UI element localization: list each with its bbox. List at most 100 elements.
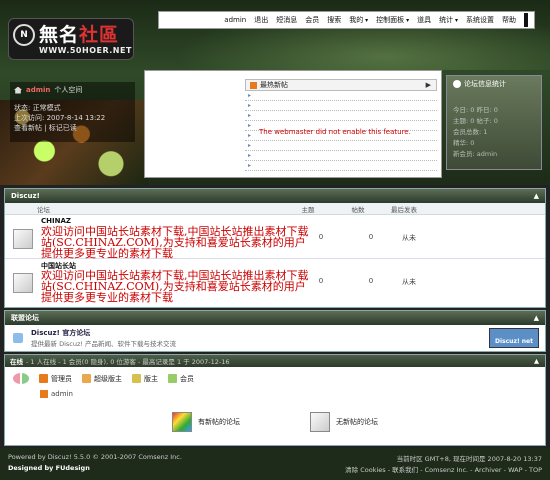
legend-new-posts: 有新帖的论坛 [172, 412, 240, 432]
admin-icon [39, 374, 48, 383]
online-summary: - 1 人在线 - 1 会员(0 隐身), 0 位游客 - 最高记录是 1 于 … [26, 358, 230, 366]
nav-item-settings[interactable]: 系统设置 [462, 15, 498, 25]
footer-designed: Designed by FUdesign [8, 464, 90, 472]
logo-url: WWW.50HOER.NET [39, 46, 132, 55]
super-mod-icon [82, 374, 91, 383]
nav-item-control-panel[interactable]: 控制面板 [372, 15, 413, 25]
user-last-visit: 上次访问: 2007-8-14 13:22 [14, 114, 106, 122]
forum-description: 欢迎访问中国站长站素材下载,中国站长站推出素材下载站(SC.CHINAZ.COM… [41, 225, 309, 260]
nav-item-admin[interactable]: admin [220, 16, 250, 24]
user-heading: admin 个人空间 [14, 85, 131, 95]
forum-topics: 0 [318, 277, 324, 285]
arrow-right-icon[interactable]: ▶ [426, 81, 431, 89]
hot-post-line[interactable] [245, 141, 437, 151]
legend-mod: 版主 [132, 374, 158, 384]
logo-title-main: 無名 [39, 24, 80, 46]
stats-icon [453, 80, 461, 88]
nav-item-stats[interactable]: 统计 [435, 15, 462, 25]
legend-member-label: 会员 [180, 374, 194, 383]
collapse-icon[interactable]: ▲ [534, 192, 539, 200]
group-icon [13, 373, 29, 384]
hot-posts-header: 最热新帖 ▶ [245, 79, 437, 91]
nav-end-marker [524, 13, 528, 27]
user-panel: admin 个人空间 状态: 正常模式 上次访问: 2007-8-14 13:2… [10, 82, 135, 142]
mod-icon [132, 374, 141, 383]
forum-row: 中国站长站 欢迎访问中国站长站素材下载,中国站长站推出素材下载站(SC.CHIN… [5, 259, 545, 303]
legend-super-mod-label: 超级版主 [94, 374, 122, 383]
legend-mod-label: 版主 [144, 374, 158, 383]
legend-no-new-posts-label: 无新帖的论坛 [336, 418, 378, 426]
no-new-posts-icon [310, 412, 330, 432]
nav-item-help[interactable]: 帮助 [498, 15, 520, 25]
nav-item-my[interactable]: 我的 [345, 15, 372, 25]
stats-line: 新会员: admin [453, 150, 498, 158]
new-posts-icon [172, 412, 192, 432]
link-row: Discuz! 官方论坛 提供最新 Discuz! 产品新闻、软件下载与技术交流… [5, 325, 545, 351]
collapse-icon[interactable]: ▲ [534, 314, 539, 322]
user-quick-links[interactable]: 查看新帖 | 标记已读 [14, 123, 131, 133]
legend-member: 会员 [168, 374, 194, 384]
category-title[interactable]: Discuz! [11, 192, 40, 200]
discuz-logo-badge[interactable]: Discuz! net [489, 328, 539, 348]
legend-new-posts-label: 有新帖的论坛 [198, 418, 240, 426]
hot-post-line[interactable] [245, 91, 437, 101]
hot-post-line[interactable] [245, 151, 437, 161]
forum-column-headers: 论坛 主题 帖数 最后发表 [5, 203, 545, 215]
forum-stats-panel: 论坛信息统计 今日: 0 昨日: 0 主题: 0 帖子: 0 会员总数: 1 精… [446, 75, 542, 170]
link-icon [13, 333, 23, 343]
collapse-icon[interactable]: ▲ [534, 357, 539, 365]
nav-item-messages[interactable]: 短消息 [272, 15, 301, 25]
logo-title-accent: 社區 [79, 24, 120, 46]
forum-posts: 0 [368, 233, 374, 241]
hot-posts-disabled-message: The webmaster did not enable this featur… [259, 128, 411, 136]
stats-line: 会员总数: 1 [453, 128, 488, 136]
user-space-link[interactable]: 个人空间 [54, 85, 82, 95]
nav-item-tools[interactable]: 道具 [413, 15, 435, 25]
link-name[interactable]: Discuz! 官方论坛 [31, 328, 176, 338]
username-link[interactable]: admin [26, 85, 50, 95]
logo-mark: N [13, 24, 35, 46]
forum-links-section: 联盟论坛 ▲ Discuz! 官方论坛 提供最新 Discuz! 产品新闻、软件… [4, 310, 546, 352]
user-status: 状态: 正常模式 [14, 104, 61, 112]
forum-name[interactable]: CHINAZ [41, 217, 71, 225]
hot-post-line[interactable] [245, 161, 437, 171]
forum-last-post: 从未 [402, 234, 416, 242]
stats-line: 精华: 0 [453, 139, 475, 147]
nav-item-search[interactable]: 搜索 [323, 15, 345, 25]
forum-status-icon [13, 229, 33, 249]
online-users-section: 在线 - 1 人在线 - 1 会员(0 隐身), 0 位游客 - 最高记录是 1… [4, 354, 546, 446]
forum-topics: 0 [318, 233, 324, 241]
forum-row: CHINAZ 欢迎访问中国站长站素材下载,中国站长站推出素材下载站(SC.CHI… [5, 215, 545, 259]
forum-icon-legend: 有新帖的论坛 无新帖的论坛 [5, 412, 545, 432]
forum-last-post: 从未 [402, 278, 416, 286]
col-forum: 论坛 [37, 205, 50, 214]
legend-admin: 管理员 [39, 374, 72, 384]
nav-item-members[interactable]: 会员 [301, 15, 323, 25]
hot-posts-title: 最热新帖 [260, 81, 288, 89]
category-header: Discuz! ▲ [5, 189, 545, 203]
legend-admin-label: 管理员 [51, 374, 72, 383]
links-header: 联盟论坛 ▲ [5, 311, 545, 325]
footer-powered[interactable]: Powered by Discuz! 5.5.0 © 2001-2007 Com… [8, 453, 182, 461]
forum-posts: 0 [368, 277, 374, 285]
nav-item-logout[interactable]: 退出 [250, 15, 272, 25]
hot-icon [250, 81, 257, 89]
hot-posts-panel: 最热新帖 ▶ The webmaster did not enable this… [144, 70, 442, 178]
online-user-name[interactable]: admin [51, 390, 73, 398]
stats-line: 今日: 0 昨日: 0 [453, 106, 498, 114]
user-group-legend: 管理员 超级版主 版主 会员 [5, 367, 545, 390]
forum-status-icon [13, 273, 33, 293]
col-topics: 主题 [301, 205, 315, 214]
member-icon [168, 374, 177, 383]
link-description: 提供最新 Discuz! 产品新闻、软件下载与技术交流 [31, 340, 177, 348]
footer-links[interactable]: 清除 Cookies - 联系我们 - Comsenz Inc. - Archi… [345, 464, 542, 474]
site-logo[interactable]: N 無名社區 WWW.50HOER.NET [8, 18, 134, 60]
top-navigation: admin 退出 短消息 会员 搜索 我的 控制面板 道具 统计 系统设置 帮助 [158, 11, 535, 29]
stats-header: 论坛信息统计 [453, 79, 535, 89]
hot-post-line[interactable] [245, 111, 437, 121]
hot-posts-list: 最热新帖 ▶ The webmaster did not enable this… [245, 79, 437, 174]
hot-post-line[interactable] [245, 101, 437, 111]
page-footer: Powered by Discuz! 5.5.0 © 2001-2007 Com… [0, 448, 550, 480]
links-title: 联盟论坛 [11, 314, 39, 322]
col-posts: 帖数 [351, 205, 365, 214]
